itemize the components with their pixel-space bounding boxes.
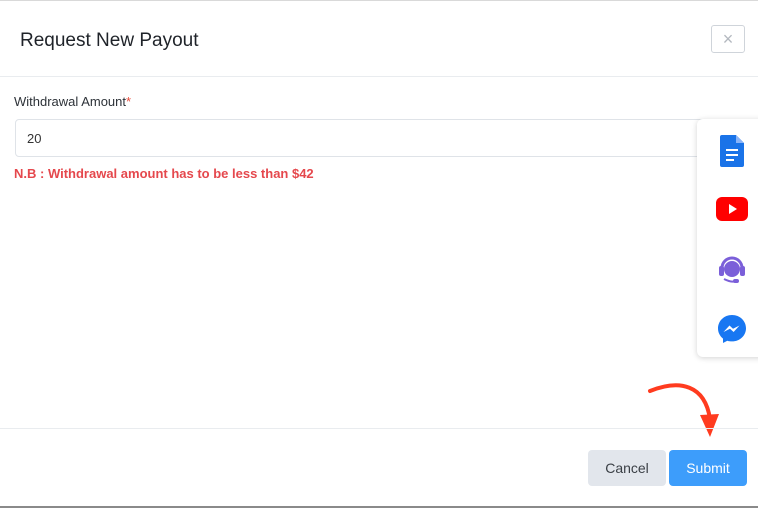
payout-modal: Request New Payout × Withdrawal Amount* … <box>0 0 758 508</box>
required-asterisk: * <box>126 94 132 109</box>
modal-footer: Cancel Submit <box>0 428 758 507</box>
document-icon <box>720 135 744 167</box>
withdrawal-limit-note: N.B : Withdrawal amount has to be less t… <box>14 166 314 181</box>
withdrawal-amount-label: Withdrawal Amount* <box>14 94 131 109</box>
youtube-icon <box>716 197 748 221</box>
cancel-button[interactable]: Cancel <box>588 450 666 486</box>
support-button[interactable] <box>714 251 750 287</box>
youtube-button[interactable] <box>714 191 750 227</box>
close-button[interactable]: × <box>711 25 745 53</box>
modal-header: Request New Payout × <box>0 1 758 77</box>
withdrawal-amount-input[interactable] <box>15 119 735 157</box>
floating-help-panel <box>697 119 758 357</box>
document-button[interactable] <box>714 133 750 169</box>
withdrawal-amount-label-text: Withdrawal Amount <box>14 94 126 109</box>
support-headset-icon <box>719 256 745 283</box>
close-icon: × <box>722 29 734 49</box>
submit-button[interactable]: Submit <box>669 450 747 486</box>
messenger-icon <box>718 315 746 343</box>
modal-title: Request New Payout <box>20 30 199 51</box>
messenger-button[interactable] <box>714 311 750 347</box>
